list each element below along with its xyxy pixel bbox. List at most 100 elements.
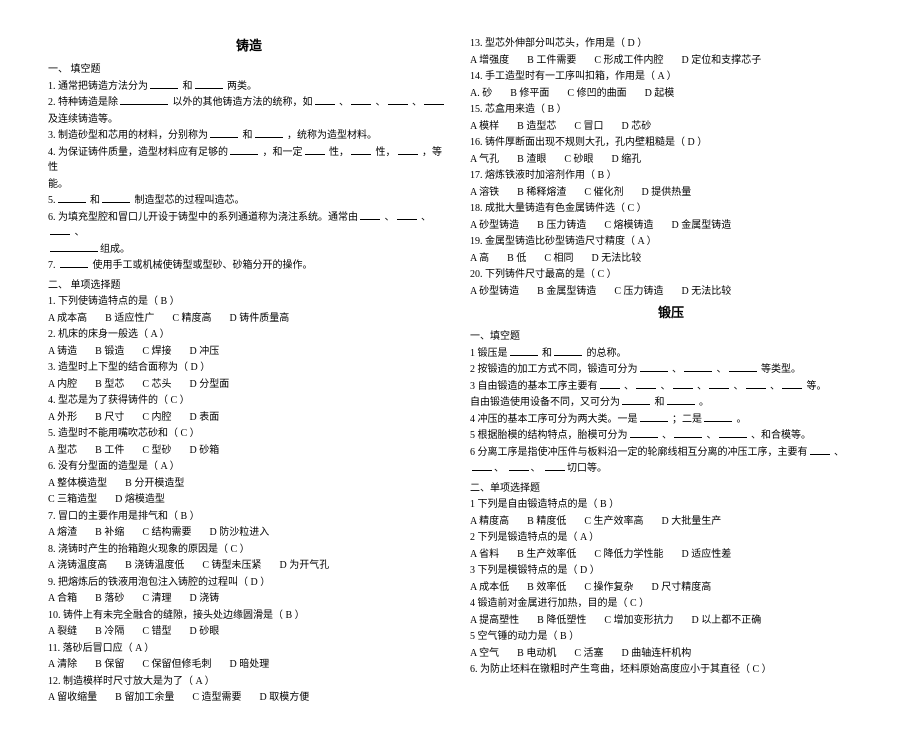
f3: 3 自由锻造的基本工序主要有 、 、 、 、 、 等。: [470, 379, 872, 395]
mcq10: 10. 铸件上有未完全融合的缝隙，接头处边缘圆滑是（ B ）: [48, 608, 450, 624]
mcq15-options: A 模样 B 造型芯 C 冒口 D 芯砂: [470, 119, 872, 135]
mcq2: 2. 机床的床身一般选（ A ）: [48, 327, 450, 343]
blank: [545, 461, 565, 471]
blank: [746, 379, 766, 389]
f1: 1 锻压是 和 的总称。: [470, 346, 872, 362]
title-forging: 锻压: [470, 303, 872, 323]
blank: [58, 193, 86, 203]
q6-cont: 组成。: [48, 242, 450, 258]
blank: [640, 412, 668, 422]
right-column: 13. 型芯外伸部分叫芯头，作用是（ D ） A 增强度 B 工件需要 C 形成…: [470, 36, 872, 707]
mcq7-options: A 熔渣 B 补缩 C 结构需要 D 防沙粒进入: [48, 525, 450, 541]
q4-cont: 能。: [48, 177, 450, 193]
mcq4-options: A 外形 B 尺寸 C 内腔 D 表面: [48, 410, 450, 426]
mcq10-options: A 裂缝 B 冷隔 C 错型 D 砂眼: [48, 624, 450, 640]
f2: 2 按锻造的加工方式不同，锻造可分为 、 、 等类型。: [470, 362, 872, 378]
blank: [255, 128, 283, 138]
blank: [640, 362, 668, 372]
dq2-options: A 省料 B 生产效率低 C 降低力学性能 D 适应性差: [470, 547, 872, 563]
blank: [50, 242, 98, 252]
blank: [398, 145, 418, 155]
blank: [120, 95, 168, 105]
blank: [210, 128, 238, 138]
blank: [50, 225, 70, 235]
mcq14: 14. 手工造型时有一工序叫扣箱，作用是（ A ）: [470, 69, 872, 85]
blank: [102, 193, 130, 203]
mcq8-options: A 浇铸温度高 B 浇铸温度低 C 铸型未压紧 D 为开气孔: [48, 558, 450, 574]
dq6: 6. 为防止坯料在镦粗时产生弯曲，坯料原始高度应小于其直径（ C ）: [470, 662, 872, 678]
dq3: 3 下列是模锻特点的是（ D ）: [470, 563, 872, 579]
q5-fill: 5. 和 制造型芯的过程叫造芯。: [48, 193, 450, 209]
mcq12-options: A 留收缩量 B 留加工余量 C 造型需要 D 取模方便: [48, 690, 450, 706]
document-page: 铸造 一、 填空题 1. 通常把铸造方法分为 和 两类。 2. 特种铸造是除 以…: [48, 36, 872, 707]
mcq9: 9. 把熔炼后的铁液用泡包注入铸腔的过程叫（ D ）: [48, 575, 450, 591]
mcq1: 1. 下列使铸造特点的是（ B ）: [48, 294, 450, 310]
blank: [397, 210, 417, 220]
mcq20: 20. 下列铸件尺寸最高的是（ C ）: [470, 267, 872, 283]
blank: [424, 95, 444, 105]
blank: [388, 95, 408, 105]
dq4: 4 锻造前对金属进行加热，目的是（ C ）: [470, 596, 872, 612]
f3b: 自由锻造使用设备不同，又可分为 和 。: [470, 395, 872, 411]
blank: [509, 461, 529, 471]
dq1-options: A 精度高 B 精度低 C 生产效率高 D 大批量生产: [470, 514, 872, 530]
mcq5: 5. 造型时不能用嘴吹芯砂和（ C ）: [48, 426, 450, 442]
blank: [305, 145, 325, 155]
mcq12: 12. 制造模样时尺寸放大是为了（ A ）: [48, 674, 450, 690]
mcq7: 7. 冒口的主要作用是排气和（ B ）: [48, 509, 450, 525]
blank: [636, 379, 656, 389]
dq1: 1 下列是自由锻造特点的是（ B ）: [470, 497, 872, 513]
blank: [684, 362, 712, 372]
q3-fill: 3. 制造砂型和芯用的材料，分别称为 和 ，统称为造型材料。: [48, 128, 450, 144]
q2-cont: 及连续铸造等。: [48, 112, 450, 128]
section-mcq: 二、 单项选择题: [48, 278, 450, 294]
mcq13: 13. 型芯外伸部分叫芯头，作用是（ D ）: [470, 36, 872, 52]
blank: [630, 428, 658, 438]
blank: [810, 445, 830, 455]
mcq19-options: A 高 B 低 C 相同 D 无法比较: [470, 251, 872, 267]
blank: [622, 395, 650, 405]
mcq16: 16. 铸件厚断面出现不规则大孔，孔内壁粗糙是（ D ）: [470, 135, 872, 151]
blank: [510, 346, 538, 356]
blank: [673, 379, 693, 389]
blank: [554, 346, 582, 356]
mcq11-options: A 清除 B 保留 C 保留但修毛刺 D 暗处理: [48, 657, 450, 673]
blank: [351, 95, 371, 105]
mcq6-options2: C 三箱造型 D 熔模造型: [48, 492, 450, 508]
mcq19: 19. 金属型铸造比砂型铸造尺寸精度（ A ）: [470, 234, 872, 250]
q1-fill: 1. 通常把铸造方法分为 和 两类。: [48, 79, 450, 95]
blank: [351, 145, 371, 155]
blank: [150, 79, 178, 89]
section-mcq-2: 二、单项选择题: [470, 481, 872, 497]
dq5-options: A 空气 B 电动机 C 活塞 D 曲轴连杆机构: [470, 646, 872, 662]
mcq18: 18. 成批大量铸造有色金属铸件选（ C ）: [470, 201, 872, 217]
mcq9-options: A 合箱 B 落砂 C 清理 D 浇铸: [48, 591, 450, 607]
f6: 6 分离工序是指使冲压件与板料沿一定的轮廓线相互分离的冲压工序，主要有 、: [470, 445, 872, 461]
mcq6-options: A 整体模造型 B 分开模造型: [48, 476, 450, 492]
left-column: 铸造 一、 填空题 1. 通常把铸造方法分为 和 两类。 2. 特种铸造是除 以…: [48, 36, 450, 707]
mcq5-options: A 型芯 B 工件 C 型砂 D 砂箱: [48, 443, 450, 459]
blank: [230, 145, 258, 155]
blank: [60, 258, 88, 268]
mcq6: 6. 没有分型面的造型是（ A ）: [48, 459, 450, 475]
mcq20-options: A 砂型铸造 B 金属型铸造 C 压力铸造 D 无法比较: [470, 284, 872, 300]
dq2: 2 下列是锻造特点的是（ A ）: [470, 530, 872, 546]
title-casting: 铸造: [48, 36, 450, 56]
q4-fill: 4. 为保证铸件质量，造型材料应有足够的 ，和一定 性， 性， ，等性: [48, 145, 450, 176]
blank: [729, 362, 757, 372]
blank: [195, 79, 223, 89]
blank: [674, 428, 702, 438]
mcq3: 3. 造型时上下型的结合面称为（ D ）: [48, 360, 450, 376]
q6-fill: 6. 为填充型腔和冒口儿开设于铸型中的系列通道称为浇注系统。通常由 、 、 、: [48, 210, 450, 241]
mcq4: 4. 型芯是为了获得铸件的（ C ）: [48, 393, 450, 409]
f5: 5 根据胎模的结构特点，胎模可分为 、 、 、和合模等。: [470, 428, 872, 444]
section-fill-2: 一、填空题: [470, 329, 872, 345]
mcq2-options: A 铸造 B 锻造 C 焊接 D 冲压: [48, 344, 450, 360]
blank: [360, 210, 380, 220]
blank: [472, 461, 492, 471]
f4: 4 冲压的基本工序可分为两大类。一是 ；二是 。: [470, 412, 872, 428]
f6b: 、 、 切口等。: [470, 461, 872, 477]
blank: [667, 395, 695, 405]
mcq15: 15. 芯盒用来造（ B ）: [470, 102, 872, 118]
mcq1-options: A 成本高 B 适应性广 C 精度高 D 铸件质量高: [48, 311, 450, 327]
